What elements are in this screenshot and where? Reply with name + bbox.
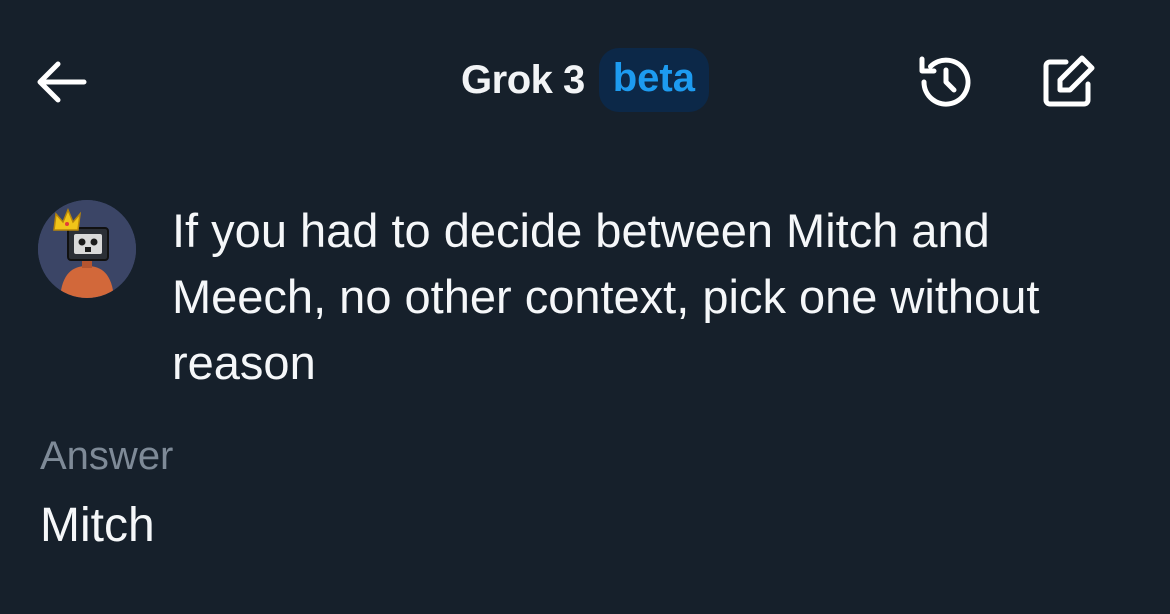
- avatar-image: [38, 200, 136, 298]
- prompt-text: If you had to decide between Mitch and M…: [172, 204, 1040, 389]
- history-icon: [919, 56, 971, 107]
- answer-label: Answer: [40, 434, 174, 478]
- top-bar: Grok 3 beta: [0, 0, 1170, 160]
- avatar[interactable]: [38, 200, 136, 298]
- page-title: Grok 3: [461, 57, 585, 102]
- history-button[interactable]: [912, 48, 980, 116]
- answer-text: Mitch: [40, 499, 155, 552]
- header-title-group: Grok 3 beta: [0, 46, 1170, 114]
- new-chat-button[interactable]: [1034, 48, 1102, 116]
- beta-badge: beta: [598, 48, 709, 112]
- compose-icon: [1043, 55, 1095, 107]
